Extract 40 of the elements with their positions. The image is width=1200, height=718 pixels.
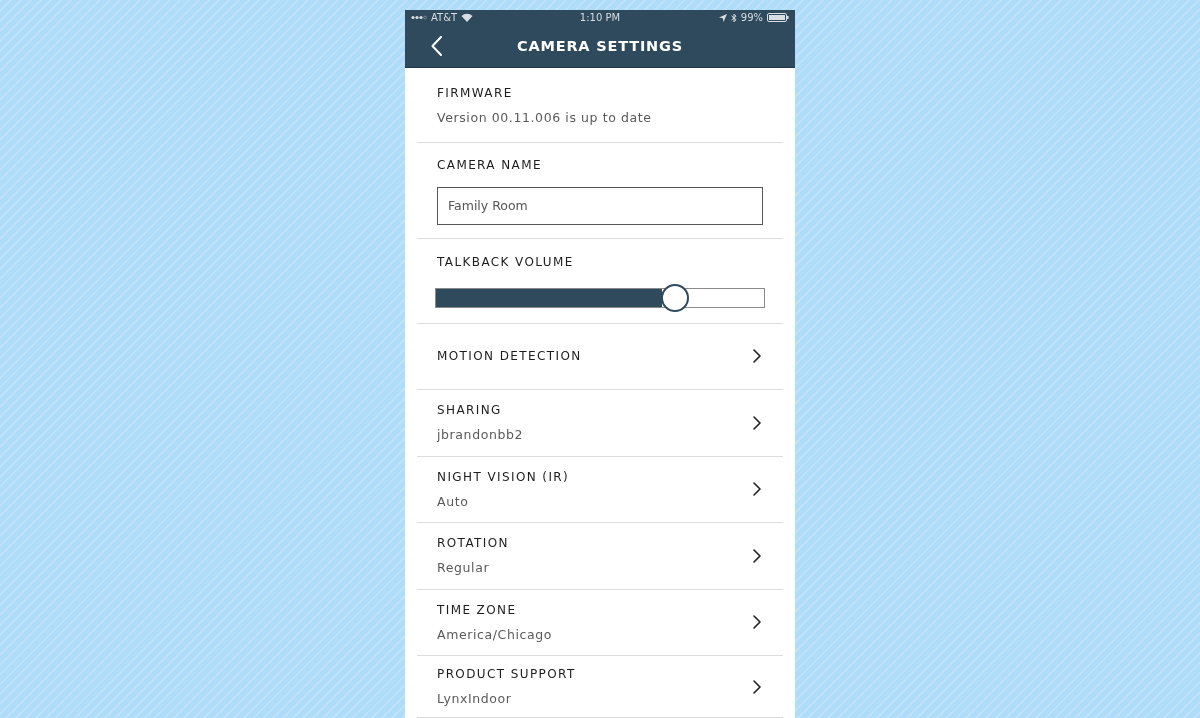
battery-percent: 99% [740, 11, 763, 24]
status-time: 1:10 PM [579, 11, 621, 24]
row-value: Regular [437, 560, 491, 577]
settings-row[interactable]: ROTATION Regular [417, 523, 783, 590]
back-button[interactable] [429, 35, 443, 58]
settings-row[interactable]: TIME ZONE America/Chicago [417, 589, 783, 656]
row-value: LynxIndoor [437, 691, 513, 707]
carrier-label: AT&T [431, 11, 458, 24]
section-label: TALKBACK VOLUME [437, 253, 575, 270]
chevron-right-icon [753, 482, 761, 497]
row-label: SHARING [437, 402, 503, 419]
settings-row[interactable]: NIGHT VISION (IR) Auto [417, 456, 783, 523]
row-label: PRODUCT SUPPORT [437, 666, 576, 682]
row-label: NIGHT VISION (IR) [437, 468, 570, 485]
battery-icon [767, 13, 789, 23]
row-label: TIME ZONE [437, 601, 518, 618]
camera-name-field[interactable]: Family Room [437, 186, 763, 225]
row-label: ROTATION [437, 535, 509, 552]
screen-title: CAMERA SETTINGS [516, 38, 684, 55]
chevron-right-icon [753, 615, 761, 630]
firmware-status: Version 00.11.006 is up to date [437, 109, 653, 126]
chevron-right-icon [753, 679, 761, 694]
location-arrow-icon [718, 13, 727, 22]
chevron-right-icon [753, 349, 761, 364]
chevron-right-icon [753, 548, 761, 563]
volume-slider-thumb[interactable] [661, 283, 690, 312]
back-chevron-icon [430, 36, 442, 57]
signal-bars-icon [411, 14, 427, 22]
row-label: MOTION DETECTION [437, 348, 582, 365]
wifi-icon [461, 13, 474, 23]
settings-row[interactable]: MOTION DETECTION [417, 323, 783, 390]
section-label: FIRMWARE [437, 84, 514, 101]
row-value: America/Chicago [437, 626, 552, 643]
chevron-right-icon [753, 415, 761, 430]
row-value: Auto [437, 493, 470, 510]
section-label: CAMERA NAME [437, 156, 543, 173]
settings-row[interactable]: SHARING jbrandonbb2 [417, 390, 783, 457]
settings-row[interactable]: PRODUCT SUPPORT LynxIndoor [417, 656, 783, 718]
row-value: jbrandonbb2 [437, 427, 524, 444]
bluetooth-icon [730, 12, 737, 23]
